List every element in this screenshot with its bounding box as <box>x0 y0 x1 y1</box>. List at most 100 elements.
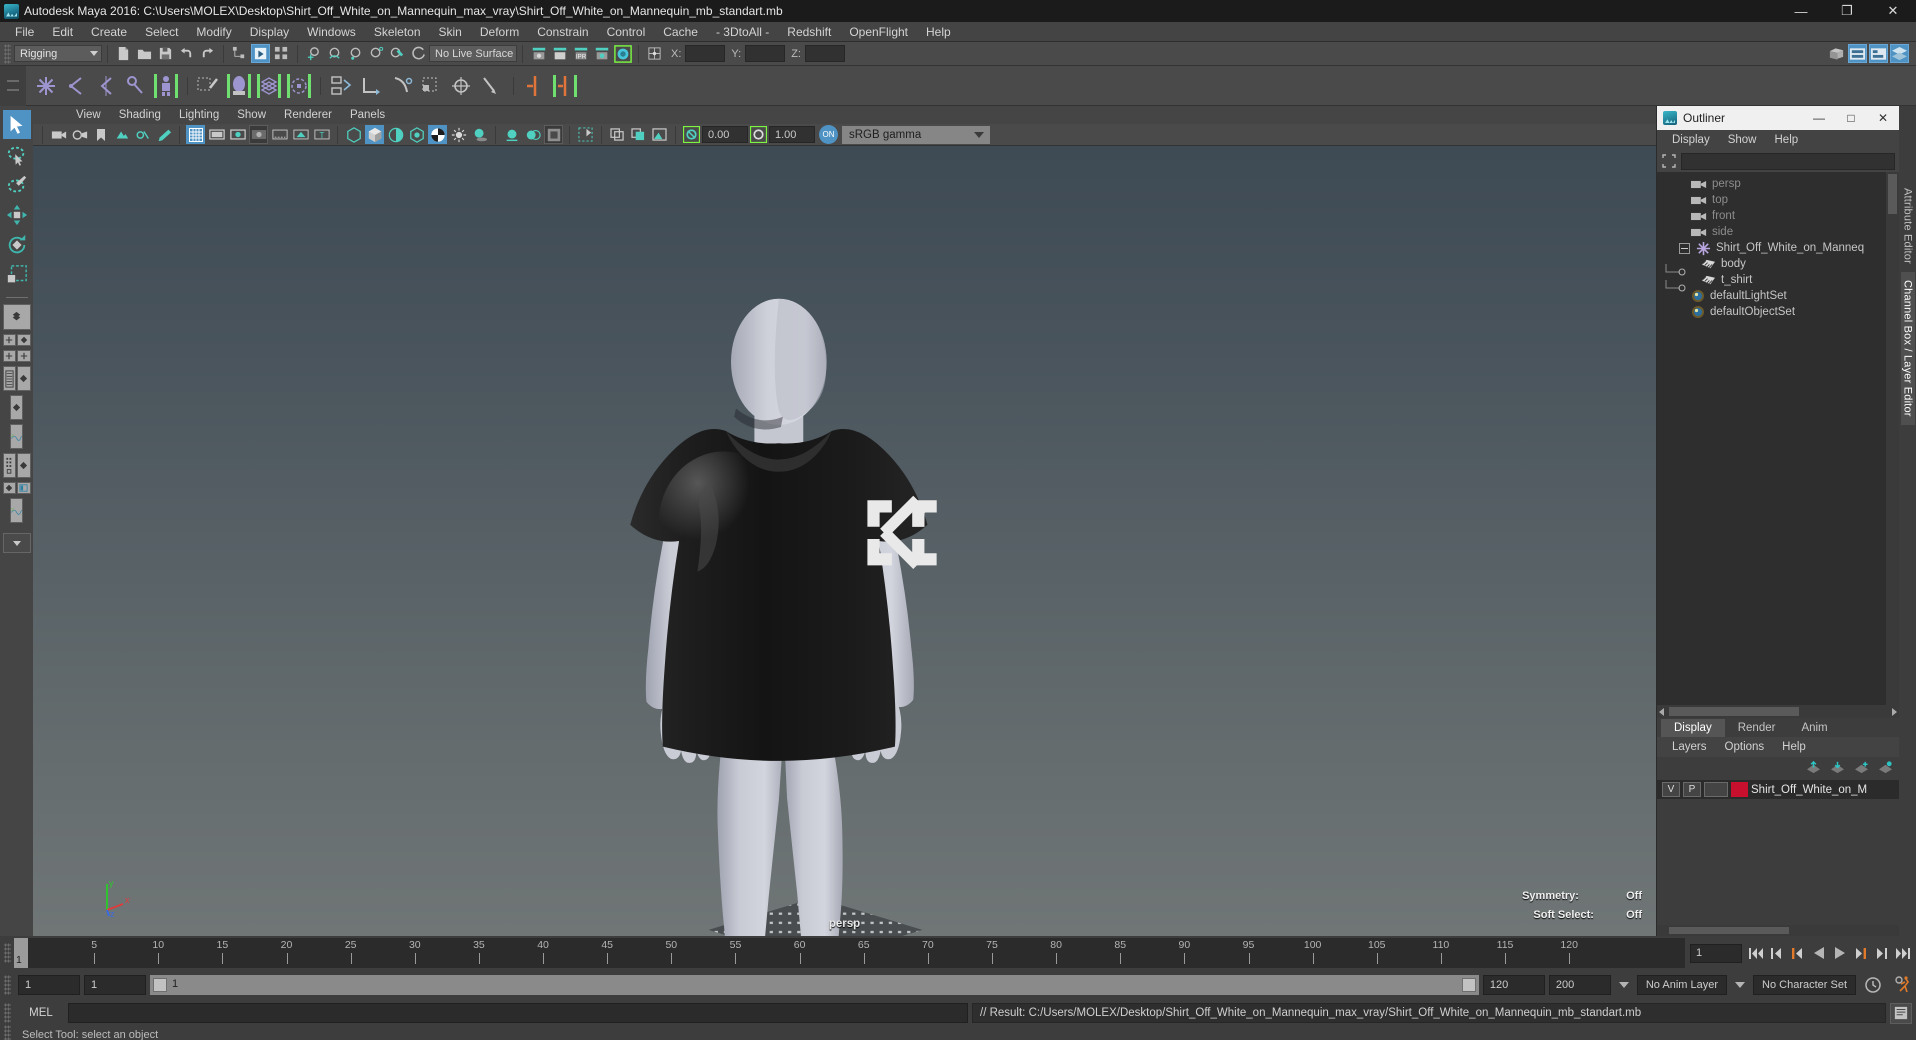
step-back-key-button[interactable] <box>1768 944 1785 963</box>
snap-to-curve-button[interactable] <box>325 44 344 63</box>
command-line-grip[interactable] <box>4 1003 11 1023</box>
animation-preferences-button[interactable] <box>1890 976 1916 994</box>
bookmark-icon[interactable] <box>91 125 110 144</box>
play-backward-button[interactable] <box>1810 944 1827 963</box>
exposure-reset-icon[interactable] <box>682 125 701 144</box>
outliner-search-input[interactable] <box>1681 152 1895 170</box>
layer-menu-options[interactable]: Options <box>1716 741 1774 753</box>
multisample-aa-icon[interactable] <box>544 125 563 144</box>
menu-item-help[interactable]: Help <box>917 22 960 42</box>
outliner-item-top[interactable]: top <box>1657 192 1899 208</box>
use-all-lights-icon[interactable] <box>449 125 468 144</box>
outliner-item-defaultobjectset[interactable]: defaultObjectSet <box>1657 304 1899 320</box>
current-frame-field[interactable]: 1 <box>1690 943 1742 963</box>
layout-multi-persp-button[interactable] <box>2 482 16 494</box>
view-next-icon[interactable] <box>629 125 648 144</box>
coord-x-field[interactable] <box>685 45 726 62</box>
new-scene-button[interactable] <box>114 44 133 63</box>
chevron-down-icon[interactable] <box>1735 982 1746 988</box>
absolute-transform-button[interactable] <box>645 44 664 63</box>
outliner-menu-help[interactable]: Help <box>1766 134 1808 146</box>
mirror-skin-weights-icon[interactable] <box>551 71 579 101</box>
shadows-icon[interactable] <box>470 125 489 144</box>
toolbox-expand-button[interactable] <box>2 533 31 553</box>
lasso-select-tool-button[interactable] <box>3 140 31 169</box>
step-forward-frame-button[interactable] <box>1852 944 1869 963</box>
render-settings-button[interactable] <box>592 44 611 63</box>
redo-button[interactable] <box>198 44 217 63</box>
scale-constraint-icon[interactable] <box>418 71 446 101</box>
layout-multi-panel-button[interactable] <box>17 482 31 494</box>
menu-item-windows[interactable]: Windows <box>298 22 365 42</box>
range-start-knob[interactable] <box>153 978 167 992</box>
scroll-right-arrow-icon[interactable] <box>1892 708 1897 716</box>
menu-item-file[interactable]: File <box>6 22 43 42</box>
playback-start-field[interactable]: 1 <box>84 975 146 995</box>
two-d-pan-zoom-icon[interactable] <box>133 125 152 144</box>
live-surface-field[interactable]: No Live Surface <box>429 45 517 62</box>
move-layer-down-icon[interactable] <box>1830 761 1845 774</box>
ik-spline-handle-tool-icon[interactable] <box>92 71 120 101</box>
layout-persp-only-button[interactable] <box>9 395 24 420</box>
go-to-end-button[interactable] <box>1894 944 1911 963</box>
render-view-button[interactable] <box>529 44 548 63</box>
parent-constraint-icon[interactable] <box>328 71 356 101</box>
ik-handle-tool-icon[interactable] <box>62 71 90 101</box>
anim-layer-field[interactable]: No Anim Layer <box>1636 975 1728 995</box>
select-by-object-button[interactable] <box>251 44 270 63</box>
outliner-item-front[interactable]: front <box>1657 208 1899 224</box>
insert-joint-tool-icon[interactable] <box>122 71 150 101</box>
show-hide-tool-settings-button[interactable] <box>1869 44 1888 63</box>
playback-end-field[interactable]: 120 <box>1482 975 1545 995</box>
layout-two-pane-side-button[interactable] <box>17 350 31 362</box>
outliner-tree[interactable]: persp top front side Shirt_Off_White_on_Mann… <box>1657 172 1899 705</box>
undo-button[interactable] <box>177 44 196 63</box>
expander-collapse-icon[interactable] <box>1679 242 1690 254</box>
bind-skin-icon[interactable] <box>152 71 180 101</box>
resolution-gate-icon[interactable] <box>228 125 247 144</box>
create-joint-tool-icon[interactable] <box>32 71 60 101</box>
menu-item-deform[interactable]: Deform <box>471 22 528 42</box>
menu-item-cache[interactable]: Cache <box>654 22 707 42</box>
layout-hypershade-persp-button[interactable] <box>17 453 31 478</box>
coord-y-field[interactable] <box>745 45 786 62</box>
step-forward-key-button[interactable] <box>1873 944 1890 963</box>
help-line-grip[interactable] <box>4 1025 11 1040</box>
interactive-bind-icon[interactable] <box>225 71 253 101</box>
pole-vector-constraint-icon[interactable] <box>478 71 506 101</box>
layer-editor-tab-display[interactable]: Display <box>1661 719 1725 737</box>
menu-item-openflight[interactable]: OpenFlight <box>840 22 917 42</box>
script-editor-button[interactable] <box>1890 1002 1912 1024</box>
close-button[interactable]: ✕ <box>1870 0 1916 22</box>
viewport-menu-shading[interactable]: Shading <box>110 109 170 121</box>
make-live-button[interactable] <box>409 44 428 63</box>
render-globals-button[interactable] <box>613 44 632 63</box>
snap-to-plane-button[interactable] <box>367 44 386 63</box>
select-by-hierarchy-button[interactable] <box>230 44 249 63</box>
menu-item-skeleton[interactable]: Skeleton <box>365 22 430 42</box>
grid-toggle-icon[interactable] <box>186 125 205 144</box>
layout-anim-graph-button[interactable] <box>9 498 24 523</box>
vertical-tab-channel-box-layer-editor[interactable]: Channel Box / Layer Editor <box>1900 271 1915 425</box>
snap-to-point-button[interactable] <box>346 44 365 63</box>
use-default-material-icon[interactable] <box>407 125 426 144</box>
rotate-tool-button[interactable] <box>3 230 31 259</box>
frame-selection-icon[interactable] <box>1661 153 1677 169</box>
outliner-vertical-scrollbar[interactable] <box>1886 172 1899 705</box>
range-start-field[interactable]: 1 <box>18 975 80 995</box>
snap-to-view-plane-button[interactable] <box>388 44 407 63</box>
time-slider-track[interactable]: 1 5 10 15 20 25 30 35 40 45 50 55 60 65 70 75 80 85 90 95 1… <box>14 938 1685 968</box>
color-management-toggle[interactable]: ON <box>819 125 838 144</box>
render-sequence-button[interactable] <box>550 44 569 63</box>
minimize-button[interactable]: — <box>1778 0 1824 22</box>
shade-wireframe-icon[interactable] <box>386 125 405 144</box>
go-to-start-button[interactable] <box>1747 944 1764 963</box>
layer-visibility-toggle[interactable]: V <box>1662 782 1680 797</box>
point-constraint-icon[interactable] <box>358 71 386 101</box>
outliner-item-side[interactable]: side <box>1657 224 1899 240</box>
outliner-menu-show[interactable]: Show <box>1719 134 1766 146</box>
scrollbar-thumb[interactable] <box>1669 927 1789 934</box>
menu-item-display[interactable]: Display <box>241 22 298 42</box>
move-layer-up-icon[interactable] <box>1806 760 1821 774</box>
shelf-tab-switcher[interactable] <box>0 65 26 106</box>
